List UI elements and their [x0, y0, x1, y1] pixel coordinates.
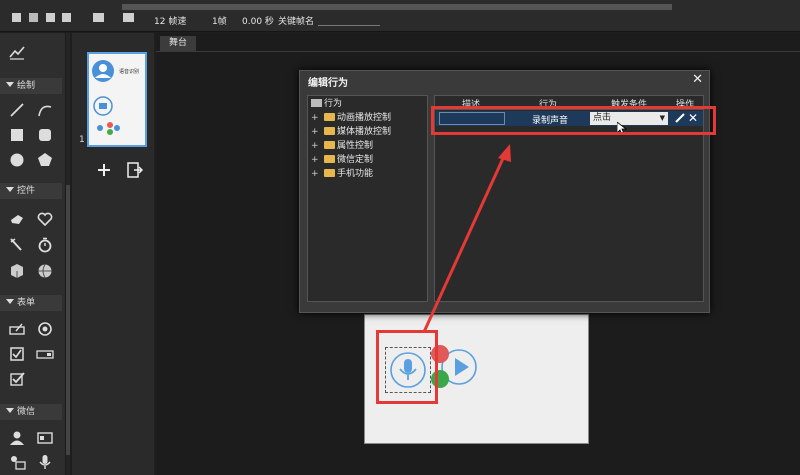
microphone-tool-icon[interactable]	[36, 453, 54, 471]
cube-icon[interactable]	[8, 262, 26, 280]
add-page-icon[interactable]	[95, 161, 113, 179]
tab-stage[interactable]: 舞台	[160, 36, 196, 51]
thumbnail-caption: 语音识别	[119, 69, 140, 75]
section-form[interactable]: 表单	[0, 295, 62, 311]
checklist-icon[interactable]	[8, 370, 26, 388]
section-controls[interactable]: 控件	[0, 183, 62, 199]
eraser-icon[interactable]	[8, 236, 26, 254]
top-toolbar: 12 帧速 1帧 0.00 秒 关键帧名	[0, 0, 800, 32]
line-tool-icon[interactable]	[8, 101, 26, 119]
globe-icon[interactable]	[36, 262, 54, 280]
tab-divider	[156, 51, 800, 52]
rounded-rectangle-tool-icon[interactable]	[36, 126, 54, 144]
annotation-arrow	[422, 144, 511, 333]
camera-user-icon[interactable]	[8, 453, 26, 471]
page-number: 1	[79, 135, 85, 145]
layer-icon[interactable]	[123, 13, 134, 22]
import-page-icon[interactable]	[125, 161, 144, 179]
user-icon[interactable]	[8, 429, 26, 447]
hand-tool-icon[interactable]	[8, 210, 26, 228]
timer-icon[interactable]	[36, 236, 54, 254]
folder-icon	[324, 141, 335, 149]
frame-rate: 12 帧速	[154, 17, 187, 27]
open-folder-icon[interactable]	[29, 13, 38, 22]
chart-icon[interactable]	[8, 43, 26, 61]
heart-icon[interactable]	[36, 210, 54, 228]
tree-item-phone[interactable]: + 手机功能	[311, 167, 373, 181]
frame-count: 1帧	[212, 17, 227, 27]
folder-icon	[324, 127, 335, 135]
checkbox-icon[interactable]	[8, 345, 26, 363]
time-display: 0.00 秒	[242, 17, 274, 27]
panel-scrollbar-thumb[interactable]	[66, 185, 70, 455]
section-wechat[interactable]: 微信	[0, 404, 62, 420]
highlight-behavior-row	[431, 106, 716, 135]
highlight-microphone	[376, 330, 438, 404]
delete-icon[interactable]	[62, 13, 71, 22]
tree-item-wechat[interactable]: + 微信定制	[311, 153, 373, 167]
dropdown-icon[interactable]	[36, 345, 54, 363]
computer-icon	[311, 99, 322, 107]
save-icon[interactable]	[46, 13, 55, 22]
rectangle-tool-icon[interactable]	[8, 126, 26, 144]
folder-icon	[324, 113, 335, 121]
keyframe-name-input[interactable]	[318, 12, 380, 26]
tree-item-animation[interactable]: + 动画播放控制	[311, 111, 391, 125]
text-input-icon[interactable]	[8, 320, 26, 338]
tool-panel: 绘制 控件 表单 微信	[0, 33, 66, 475]
tree-root[interactable]: 行为	[311, 97, 342, 111]
dialog-title: 编辑行为	[308, 78, 348, 89]
id-card-icon[interactable]	[36, 429, 54, 447]
tree-item-property[interactable]: + 属性控制	[311, 139, 373, 153]
section-draw[interactable]: 绘制	[0, 78, 62, 94]
keyframe-label: 关键帧名	[278, 17, 315, 27]
folder-icon	[324, 155, 335, 163]
new-file-icon[interactable]	[12, 13, 21, 22]
circle-tool-icon[interactable]	[8, 151, 26, 169]
tree-item-media[interactable]: + 媒体播放控制	[311, 125, 391, 139]
timeline-scrollbar[interactable]	[122, 4, 672, 10]
frame-icon[interactable]	[93, 13, 104, 22]
radio-icon[interactable]	[36, 320, 54, 338]
page-thumbnail-card[interactable]: 语音识别	[87, 52, 147, 147]
folder-icon	[324, 169, 335, 177]
curve-tool-icon[interactable]	[36, 101, 54, 119]
polygon-tool-icon[interactable]	[36, 151, 54, 169]
close-icon[interactable]: ✕	[692, 72, 703, 87]
